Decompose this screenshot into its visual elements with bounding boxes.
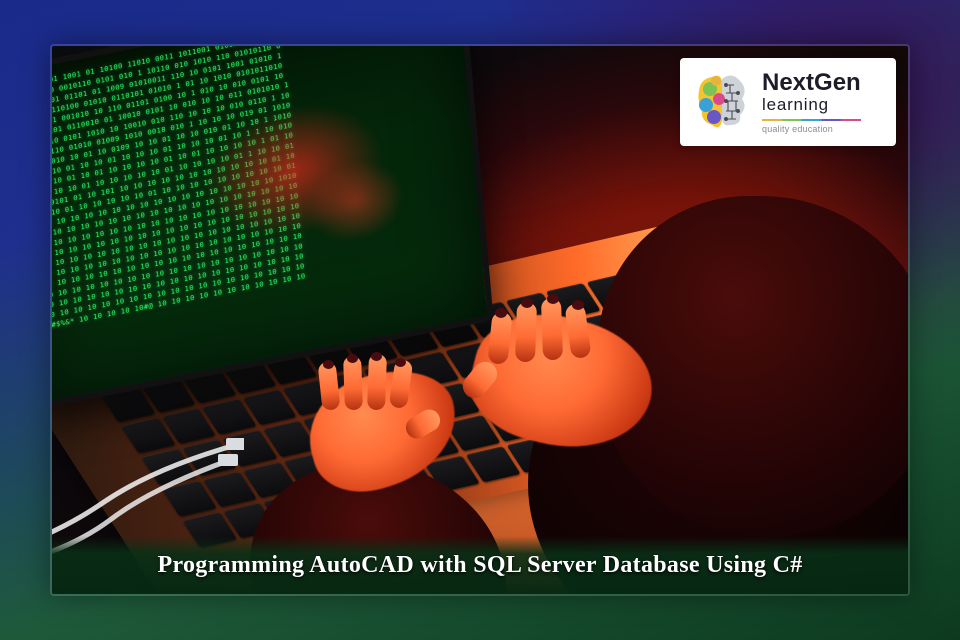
nail: [572, 300, 584, 310]
finger: [367, 354, 387, 411]
brand-tagline: quality education: [762, 125, 861, 134]
nail: [547, 294, 559, 304]
course-title-text: Programming AutoCAD with SQL Server Data…: [157, 552, 802, 579]
nail: [521, 298, 533, 308]
nail: [495, 308, 507, 318]
brand-badge: NextGen learning quality education: [680, 58, 896, 146]
nail: [395, 358, 406, 367]
brand-color-rule: [762, 119, 861, 121]
screen-reflection: [198, 88, 406, 267]
brain-logo-icon: [692, 71, 750, 133]
course-thumbnail-frame: 0110101 1001 01 10100 11010 0011 1011001…: [50, 44, 910, 596]
brand-name-line1: NextGen: [762, 71, 861, 95]
finger: [515, 302, 537, 363]
course-title-bar: Programming AutoCAD with SQL Server Data…: [52, 536, 908, 594]
nail: [371, 352, 382, 361]
nail: [347, 354, 358, 363]
finger: [343, 356, 363, 411]
finger: [541, 298, 563, 361]
brand-name-line2: learning: [762, 96, 861, 113]
nail: [323, 360, 334, 369]
